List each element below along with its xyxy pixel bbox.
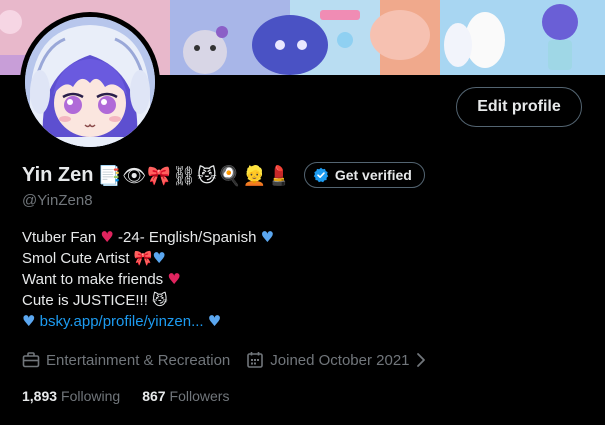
display-name: Yin Zen (22, 163, 94, 186)
profile-meta: Entertainment & Recreation Joined Octobe… (22, 349, 434, 371)
red-heart-icon: ♥ (100, 228, 114, 246)
edit-profile-button[interactable]: Edit profile (456, 87, 582, 127)
bio-line-2: Smol Cute Artist 🎀 ♥ (22, 248, 274, 269)
red-heart-icon: ♥ (167, 270, 181, 288)
profile-counts: 1,893 Following 867 Followers (22, 388, 229, 404)
bio-text: Vtuber Fan (22, 229, 97, 246)
ribbon-icon: 🎀 (133, 249, 153, 267)
blue-heart-icon: ♥ (152, 249, 166, 267)
bio-line-3: Want to make friends ♥ (22, 269, 274, 290)
get-verified-button[interactable]: Get verified (303, 162, 425, 188)
avatar-image (25, 17, 155, 147)
bio-text: Cute is JUSTICE!!! (22, 292, 148, 309)
bio-text: Want to make friends (22, 271, 164, 288)
name-emojis: 📑👁🎀⛓😼🍳👱💄 (97, 164, 292, 187)
followers-link[interactable]: 867 Followers (142, 388, 229, 404)
verified-badge-icon (313, 167, 329, 183)
bio-line-4: Cute is JUSTICE!!! 😼 (22, 290, 274, 311)
blue-heart-icon: ♥ (207, 312, 222, 330)
joined-item[interactable]: Joined October 2021 (246, 351, 433, 369)
calendar-icon (247, 352, 264, 368)
get-verified-label: Get verified (334, 167, 412, 183)
followers-label: Followers (169, 388, 230, 404)
bio-line-5: ♥ bsky.app/profile/yinzen... ♥ (22, 311, 274, 332)
profile-avatar[interactable] (20, 12, 160, 152)
category-label: Entertainment & Recreation (46, 351, 231, 369)
bio-text: -24- English/Spanish (118, 229, 257, 246)
following-count: 1,893 (22, 388, 58, 404)
joined-label: Joined October 2021 (270, 351, 410, 369)
blue-heart-icon: ♥ (22, 312, 36, 330)
bio-link[interactable]: bsky.app/profile/yinzen... (40, 311, 204, 332)
following-link[interactable]: 1,893 Following (22, 388, 120, 404)
smirking-cat-icon: 😼 (152, 291, 168, 309)
blue-heart-icon: ♥ (260, 228, 275, 246)
bio-text: Smol Cute Artist (22, 250, 130, 267)
profile-handle: @YinZen8 (22, 192, 93, 209)
profile-name-row: Yin Zen 📑👁🎀⛓😼🍳👱💄 Get verified (22, 161, 425, 189)
followers-count: 867 (142, 388, 166, 404)
briefcase-icon (22, 352, 40, 368)
chevron-right-icon (416, 353, 425, 367)
category-item: Entertainment & Recreation (22, 351, 230, 369)
following-label: Following (61, 388, 121, 404)
bio-line-1: Vtuber Fan ♥ -24- English/Spanish ♥ (22, 227, 274, 248)
profile-bio: Vtuber Fan ♥ -24- English/Spanish ♥ Smol… (22, 227, 274, 332)
